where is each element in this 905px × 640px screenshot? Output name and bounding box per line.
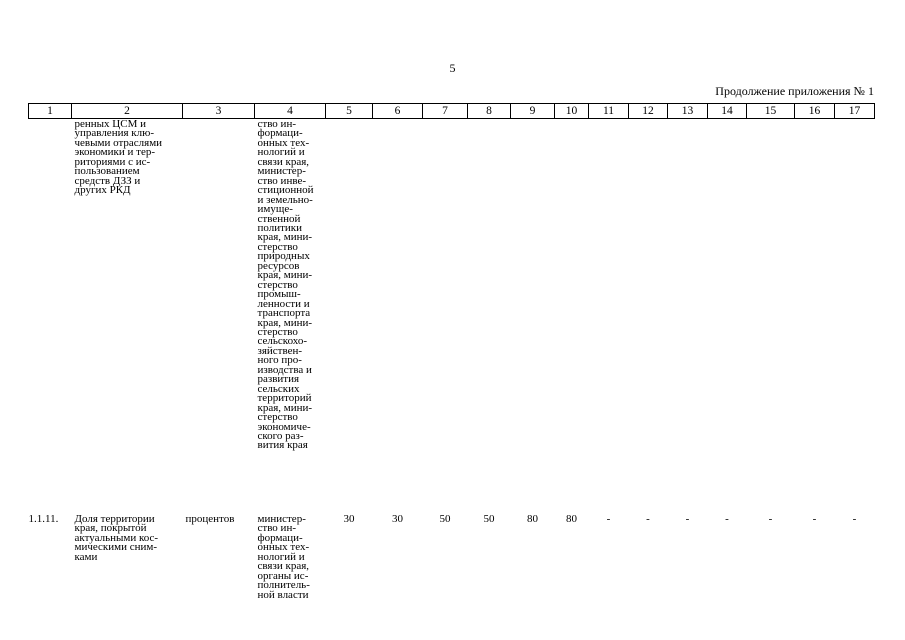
value-cell (747, 119, 795, 513)
col-header: 14 (707, 103, 747, 119)
value-cell: 50 (439, 513, 451, 525)
col-header: 8 (467, 103, 511, 119)
col-header: 11 (588, 103, 629, 119)
value-cell: 50 (483, 513, 495, 525)
value-cell (511, 119, 555, 513)
value-cell: 30 (343, 513, 355, 525)
col-header: 16 (794, 103, 835, 119)
value-cell (423, 119, 468, 513)
appendix-table: 1 2 3 4 5 6 7 8 9 10 11 12 13 14 15 16 1… (28, 103, 875, 600)
value-cell (468, 119, 511, 513)
col-header: 6 (372, 103, 423, 119)
col-header: 1 (28, 103, 72, 119)
table-row: ренных ЦСМ и управления клю- чевыми отра… (29, 119, 875, 513)
col-header: 10 (554, 103, 589, 119)
col-header: 3 (182, 103, 255, 119)
value-cell: - (725, 513, 729, 525)
indicator-name: ренных ЦСМ и управления клю- чевыми отра… (74, 118, 163, 197)
value-cell: 30 (392, 513, 403, 525)
col-header: 5 (325, 103, 373, 119)
continuation-caption: Продолжение приложения № 1 (715, 84, 874, 98)
col-header: 7 (422, 103, 468, 119)
value-cell (835, 119, 875, 513)
col-header: 12 (628, 103, 668, 119)
value-cell: - (768, 513, 773, 525)
value-cell: - (812, 513, 817, 525)
value-cell (668, 119, 708, 513)
value-cell (555, 119, 589, 513)
value-cell (373, 119, 423, 513)
value-cell: - (852, 513, 857, 525)
col-header: 4 (254, 103, 326, 119)
col-header: 2 (71, 103, 183, 119)
value-cell: - (606, 513, 611, 525)
value-cell (795, 119, 835, 513)
col-header: 15 (746, 103, 795, 119)
responsible: ство ин- формаци- онных тех- нологий и с… (257, 118, 314, 452)
col-header: 9 (510, 103, 555, 119)
row-number: 1.1.11. (28, 513, 59, 525)
value-cell: 80 (527, 513, 538, 525)
value-cell (708, 119, 747, 513)
responsible: министер- ство ин- формаци- онных тех- н… (257, 513, 310, 601)
col-header: 17 (834, 103, 875, 119)
row-number (29, 119, 72, 513)
value-cell (326, 119, 373, 513)
value-cell (629, 119, 668, 513)
value-cell: - (646, 513, 650, 525)
value-cell (589, 119, 629, 513)
value-cell: 80 (566, 513, 577, 525)
table-row: 1.1.11. Доля территории края, покрытой а… (29, 512, 875, 600)
column-number-row: 1 2 3 4 5 6 7 8 9 10 11 12 13 14 15 16 1… (28, 103, 875, 119)
indicator-name: Доля территории края, покрытой актуальны… (74, 513, 159, 563)
col-header: 13 (667, 103, 708, 119)
unit: процентов (185, 513, 235, 525)
page-number: 5 (449, 61, 456, 75)
value-cell: - (685, 513, 690, 525)
unit (183, 119, 255, 513)
